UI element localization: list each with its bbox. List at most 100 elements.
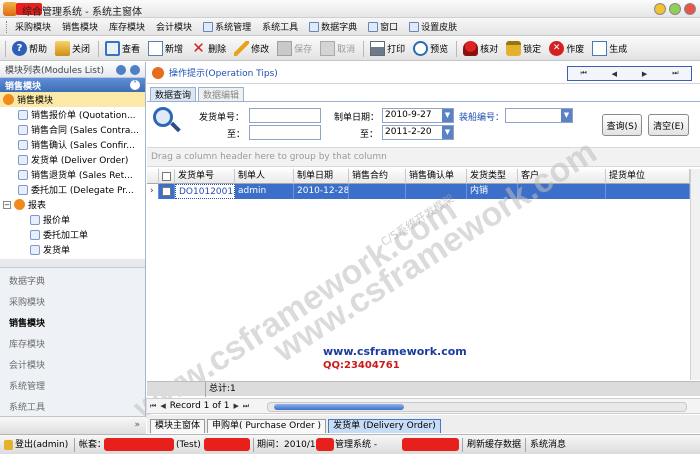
menu-inventory[interactable]: 库存模块 [109, 20, 145, 33]
menu-purchase[interactable]: 采购模块 [15, 20, 51, 33]
cell-type[interactable]: 内销 [467, 184, 518, 199]
collapse-node-icon[interactable]: − [3, 200, 11, 209]
nav-item-dictionary[interactable]: 数据字典 [0, 270, 145, 291]
nav-item-sales[interactable]: 销售模块 [0, 312, 145, 333]
select-all-header[interactable] [159, 169, 175, 184]
edit-button[interactable]: 修改 [234, 41, 269, 56]
close-window-icon[interactable] [684, 3, 696, 15]
column-header[interactable]: 销售确认单 [406, 169, 467, 184]
cell-doc-no[interactable]: DO1012001 [175, 184, 235, 199]
first-record-icon[interactable]: ⏮ [150, 402, 156, 411]
group-by-panel[interactable]: Drag a column header here to group by th… [147, 147, 700, 167]
tree-item[interactable]: 发货单 (Deliver Order) [0, 152, 145, 167]
menu-grip[interactable] [6, 20, 9, 33]
nav-item-tools[interactable]: 系统工具 [0, 396, 145, 417]
nav-item-system[interactable]: 系统管理 [0, 375, 145, 396]
table-row[interactable]: › DO1012001 admin 2010-12-28 内销 [147, 184, 700, 199]
menu-accounting[interactable]: 会计模块 [156, 20, 192, 33]
prev-record-icon[interactable]: ◀ [160, 402, 165, 410]
cell-date[interactable]: 2010-12-28 [294, 184, 349, 199]
help-button[interactable]: ? 帮助 [12, 41, 47, 56]
last-record-icon[interactable]: ⏭ [243, 402, 249, 411]
clear-button[interactable]: 清空(E) [648, 114, 689, 136]
system-message-button[interactable]: 系统消息 [530, 438, 566, 452]
save-button[interactable]: 保存 [277, 41, 312, 56]
maximize-icon[interactable] [669, 3, 681, 15]
next-record-icon[interactable]: ▶ [234, 402, 239, 410]
scrollbar-thumb[interactable] [274, 404, 404, 410]
nav-item-purchase[interactable]: 采购模块 [0, 291, 145, 312]
prev-record-icon[interactable]: ◀ [612, 70, 617, 78]
tree-item[interactable]: 报价单 [0, 212, 145, 227]
tree-scrollbar[interactable] [0, 259, 145, 267]
pin-icon[interactable] [116, 65, 126, 75]
chevron-right-icon[interactable]: » [134, 420, 140, 430]
cancel-button[interactable]: 取消 [320, 41, 355, 56]
menu-tools[interactable]: 系统工具 [262, 20, 298, 33]
tree-item[interactable]: 销售合同 (Sales Contra... [0, 122, 145, 137]
nav-item-accounting[interactable]: 会计模块 [0, 354, 145, 375]
dropdown-arrow-icon[interactable]: ▼ [442, 109, 453, 122]
tab-main-window[interactable]: 模块主窗体 [150, 419, 206, 433]
doc-no-to-input[interactable] [249, 125, 321, 140]
tree-root-sales[interactable]: 销售模块 [0, 92, 145, 107]
tree-item[interactable]: 销售确认 (Sales Confir... [0, 137, 145, 152]
operation-tips-label[interactable]: 操作提示(Operation Tips) [169, 66, 278, 79]
generate-button[interactable]: 生成 [592, 41, 627, 56]
select-all-checkbox[interactable] [162, 172, 171, 181]
tree-item[interactable]: 销售退货单 (Sales Ret... [0, 167, 145, 182]
menu-dictionary[interactable]: 数据字典 [309, 20, 357, 33]
tree-item[interactable]: 发货单 [0, 242, 145, 257]
next-record-icon[interactable]: ▶ [642, 70, 647, 78]
column-header[interactable]: 提货单位 [606, 169, 690, 184]
tab-delivery-order[interactable]: 发货单 (Delivery Order) [328, 419, 441, 433]
first-record-icon[interactable]: ⏮ [580, 69, 586, 78]
ship-no-select[interactable]: ▼ [505, 108, 573, 123]
new-button[interactable]: 新增 [148, 41, 183, 56]
cell-contract[interactable] [349, 184, 406, 199]
preview-button[interactable]: 预览 [413, 41, 448, 56]
cell-creator[interactable]: admin [235, 184, 294, 199]
menu-sales[interactable]: 销售模块 [62, 20, 98, 33]
lock-button[interactable]: 锁定 [506, 41, 541, 56]
tab-edit[interactable]: 数据编辑 [198, 87, 245, 101]
doc-no-from-input[interactable] [249, 108, 321, 123]
close-panel-icon[interactable] [130, 65, 140, 75]
column-header[interactable]: 制单人 [235, 169, 294, 184]
check-button[interactable]: 核对 [463, 41, 498, 56]
column-header[interactable]: 制单日期 [294, 169, 349, 184]
view-button[interactable]: 查看 [105, 41, 140, 56]
date-from-input[interactable]: 2010-9-27 ▼ [382, 108, 454, 123]
row-checkbox[interactable] [162, 187, 171, 196]
nav-item-inventory[interactable]: 库存模块 [0, 333, 145, 354]
cell-customer[interactable] [518, 184, 606, 199]
column-header[interactable]: 发货单号 [175, 169, 235, 184]
date-to-input[interactable]: 2011-2-20 ▼ [382, 125, 454, 140]
grid-vertical-scrollbar[interactable] [690, 169, 700, 380]
dropdown-arrow-icon[interactable]: ▼ [561, 109, 572, 122]
dropdown-arrow-icon[interactable]: ▼ [442, 126, 453, 139]
refresh-cache-button[interactable]: 刷新缓存数据 [467, 438, 521, 452]
menu-system[interactable]: 系统管理 [203, 20, 251, 33]
row-select-cell[interactable] [159, 184, 175, 199]
column-header[interactable]: 客户 [518, 169, 606, 184]
print-button[interactable]: 打印 [370, 41, 405, 56]
menu-window[interactable]: 窗口 [368, 20, 398, 33]
last-record-icon[interactable]: ⏭ [672, 69, 678, 78]
minimize-icon[interactable] [654, 3, 666, 15]
close-button[interactable]: 关闭 [55, 41, 90, 56]
void-button[interactable]: ✕ 作废 [549, 41, 584, 56]
module-group-title[interactable]: 销售模块 ˄ [0, 78, 145, 92]
logout-link[interactable]: 登出(admin) [4, 438, 68, 452]
tree-item[interactable]: 销售报价单 (Quotation... [0, 107, 145, 122]
tree-item[interactable]: 委托加工单 [0, 227, 145, 242]
tree-group-reports[interactable]: − 报表 [0, 197, 145, 212]
column-header[interactable]: 销售合约 [349, 169, 406, 184]
tab-query[interactable]: 数据查询 [150, 87, 197, 101]
tab-purchase-order[interactable]: 申购单( Purchase Order ) [207, 419, 327, 433]
cell-pickup[interactable] [606, 184, 690, 199]
column-header[interactable]: 发货类型 [467, 169, 518, 184]
menu-skin[interactable]: 设置皮肤 [409, 20, 457, 33]
delete-button[interactable]: ✕ 删除 [191, 41, 226, 56]
tree-item[interactable]: 委托加工 (Delegate Pr... [0, 182, 145, 197]
